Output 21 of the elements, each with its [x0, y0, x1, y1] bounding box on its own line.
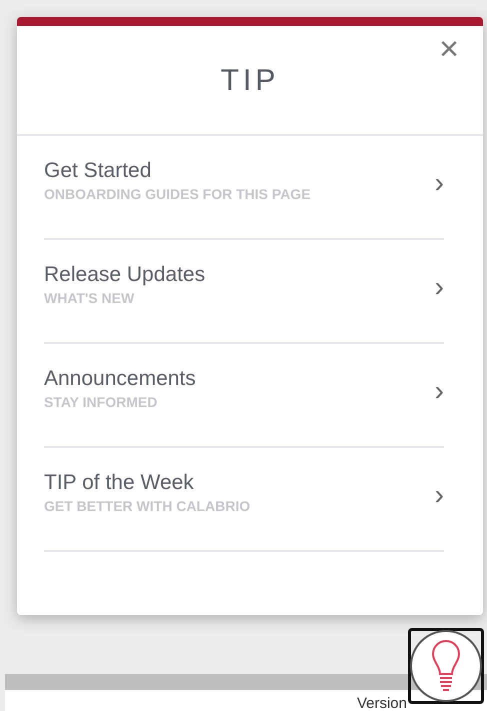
item-subtitle: ONBOARDING GUIDES FOR THIS PAGE [44, 186, 311, 202]
item-title: Get Started [44, 158, 152, 182]
chevron: › [434, 479, 444, 512]
item-title: Release Updates [44, 262, 206, 286]
item-title: Announcements [44, 366, 196, 390]
tip-button[interactable] [408, 628, 484, 704]
version-text: Version [356, 696, 407, 711]
item-subtitle: GET BETTER WITH CALABRIO [44, 498, 250, 514]
chevron: › [434, 375, 444, 408]
menu-item[interactable]: TIP of the Week GET BETTER WITH CALABRIO › [44, 448, 444, 552]
menu-item[interactable]: Announcements STAY INFORMED › [44, 344, 444, 448]
chevron: › [434, 167, 444, 200]
item-title: TIP of the Week [44, 470, 195, 494]
menu-item[interactable]: Release Updates WHAT'S NEW › [44, 240, 444, 344]
menu-item[interactable]: Get Started ONBOARDING GUIDES FOR THIS PAGE › [44, 136, 444, 240]
close-button[interactable]: × [435, 32, 463, 66]
lightbulb-icon [431, 640, 461, 692]
item-subtitle: STAY INFORMED [44, 394, 158, 410]
chevron: › [434, 271, 444, 304]
dialog-title: TIP [220, 64, 280, 98]
item-subtitle: WHAT'S NEW [44, 290, 136, 306]
